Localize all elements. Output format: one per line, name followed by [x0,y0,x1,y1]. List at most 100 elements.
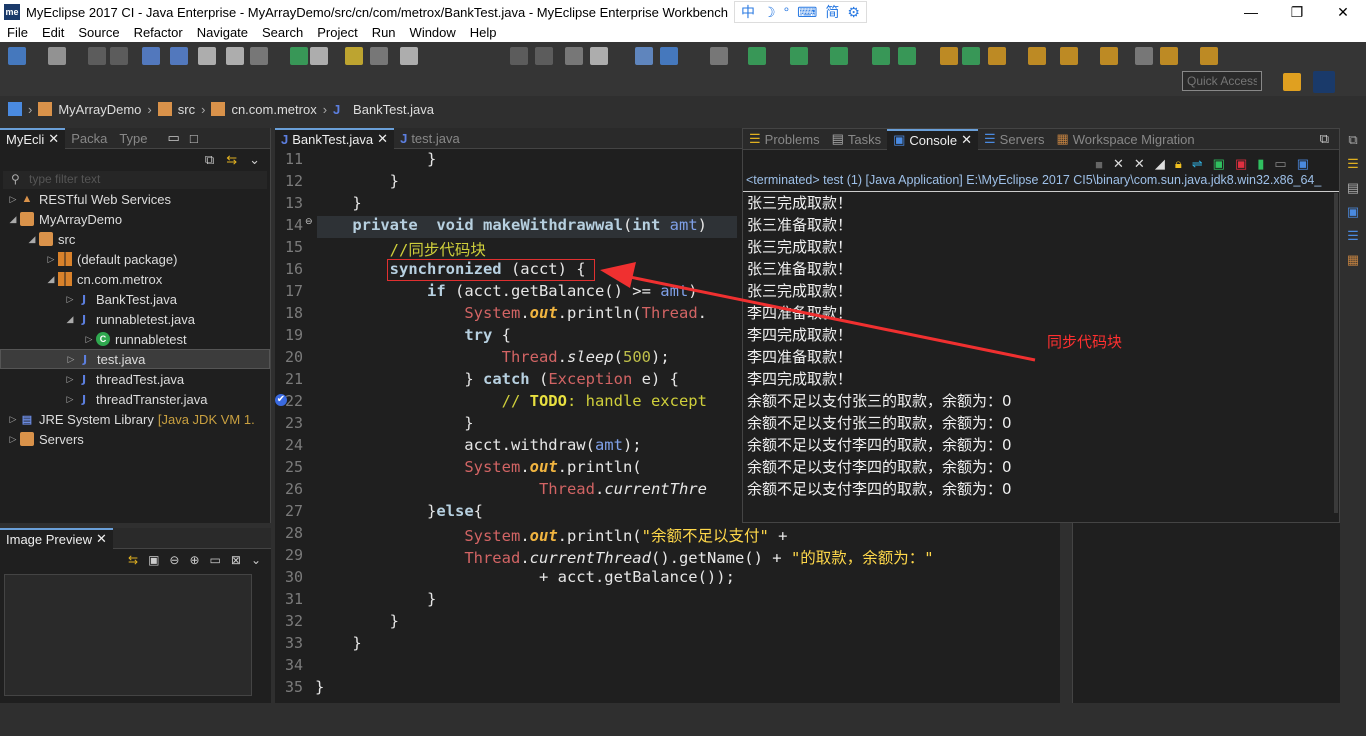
code-line[interactable]: } [315,172,399,190]
maximize-icon[interactable]: ⧉ [1320,131,1329,147]
toolbar-button[interactable] [1060,47,1078,65]
tree-item[interactable]: ◢ src [0,229,270,249]
zoom-fit-icon[interactable]: ⊠ [231,553,241,567]
toolbar-button[interactable] [1100,47,1118,65]
minimize-icon[interactable]: ▭ [168,130,180,146]
tab-servers[interactable]: ☰ Servers [978,129,1050,150]
zoom-out-icon[interactable]: ⊖ [169,553,179,567]
console-icon[interactable]: ▣ [1340,200,1366,224]
toolbar-button[interactable] [1028,47,1046,65]
migration-icon[interactable]: ▦ [1340,248,1366,272]
toolbar-button[interactable] [198,47,216,65]
code-line[interactable]: Thread.sleep(500); [315,348,670,366]
tree-item[interactable]: ▷ ▤ JRE System Library [Java JDK VM 1. [0,409,270,429]
console-scrollbar[interactable] [1334,193,1338,513]
toolbar-button[interactable] [226,47,244,65]
code-line[interactable]: if (acct.getBalance() >= amt) [315,282,698,300]
tree-item[interactable]: ◢ MyArrayDemo [0,209,270,229]
breadcrumb-item[interactable]: src [178,102,195,117]
close-icon[interactable]: ✕ [961,132,972,148]
toolbar-button[interactable] [565,47,583,65]
toolbar-button[interactable] [1135,47,1153,65]
code-line[interactable]: + acct.getBalance()); [315,568,735,586]
filter-input[interactable]: ⚲ type filter text [3,171,267,189]
tree-item[interactable]: ▷ Servers [0,429,270,449]
ime-button[interactable]: ☽ [763,4,776,21]
code-line[interactable]: } [315,634,361,652]
tree-item[interactable]: ▷ JthreadTranster.java [0,389,270,409]
tab-problems[interactable]: ☰ Problems [743,129,826,150]
view-menu-icon[interactable]: ⌄ [251,553,261,567]
code-line[interactable]: System.out.println(Thread. [315,304,707,322]
scroll-lock-icon[interactable]: 🔒︎ [1175,156,1182,172]
toolbar-button[interactable] [1160,47,1178,65]
collapsed-icon[interactable]: ▷ [44,254,58,265]
toolbar-button[interactable] [250,47,268,65]
collapsed-icon[interactable]: ▷ [63,294,77,305]
pin-console-icon[interactable]: ▮ [1257,156,1264,172]
expanded-icon[interactable]: ◢ [44,274,58,285]
problems-icon[interactable]: ☰ [1340,152,1366,176]
tasks-icon[interactable]: ▤ [1340,176,1366,200]
code-line[interactable]: } [315,612,399,630]
tab-type[interactable]: Type [113,128,153,149]
toolbar-button[interactable] [8,47,26,65]
code-line[interactable]: } catch (Exception e) { [315,370,679,388]
toolbar-button[interactable] [290,47,308,65]
menu-file[interactable]: File [0,24,35,42]
toolbar-button[interactable] [400,47,418,65]
toolbar-button[interactable] [940,47,958,65]
menu-project[interactable]: Project [310,24,364,42]
code-line[interactable]: } [315,150,436,168]
code-line[interactable]: acct.withdraw(amt); [315,436,641,454]
menu-edit[interactable]: Edit [35,24,71,42]
ime-button[interactable]: ⌨ [797,4,817,21]
close-icon[interactable]: ✕ [48,131,59,147]
tree-item[interactable]: ◢ Jrunnabletest.java [0,309,270,329]
toolbar-button[interactable] [790,47,808,65]
word-wrap-icon[interactable]: ⇌ [1192,156,1203,172]
toolbar-button[interactable] [88,47,106,65]
tab-myecli[interactable]: MyEcli ✕ [0,127,66,149]
tree-item[interactable]: ▷ J BankTest.java [0,289,270,309]
toolbar-button[interactable] [110,47,128,65]
collapsed-icon[interactable]: ▷ [64,354,78,365]
tree-item[interactable]: ▷ Jtest.java [0,349,270,369]
show-on-stderr-icon[interactable]: ▣ [1235,156,1247,172]
toolbar-button[interactable] [48,47,66,65]
link-editor-icon[interactable]: ⇆ [226,152,237,168]
tree-item[interactable]: ◢ cn.com.metrox [0,269,270,289]
code-line[interactable]: } [315,194,361,212]
toolbar-button[interactable] [898,47,916,65]
close-button[interactable]: ✕ [1320,0,1366,24]
ime-toolbar[interactable]: 中 ☽ ° ⌨ 简 ⚙ [734,1,867,23]
menu-window[interactable]: Window [403,24,463,42]
quick-access-input[interactable] [1182,71,1262,91]
breadcrumb-item[interactable]: MyArrayDemo [58,102,141,117]
clear-console-icon[interactable]: ◢ [1155,156,1165,172]
code-line[interactable]: Thread.currentThre [315,480,707,498]
code-line[interactable]: try { [315,326,511,344]
toolbar-button[interactable] [1200,47,1218,65]
tab-console[interactable]: ▣ Console ✕ [887,128,979,150]
zoom-in-icon[interactable]: ⊕ [189,553,199,567]
code-line[interactable]: }else{ [315,502,483,520]
expanded-icon[interactable]: ◢ [25,234,39,245]
view-menu-icon[interactable]: ⌄ [249,152,260,168]
expanded-icon[interactable]: ◢ [6,214,20,225]
toolbar-button[interactable] [988,47,1006,65]
display-console-icon[interactable]: ▭ [1274,156,1286,172]
tree-item[interactable]: ▷ ▲ RESTful Web Services [0,189,270,209]
toolbar-button[interactable] [830,47,848,65]
code-line[interactable]: Thread.currentThread().getName() + "的取款，… [315,546,933,568]
toolbar-button[interactable] [590,47,608,65]
collapsed-icon[interactable]: ▷ [6,414,20,425]
toolbar-button[interactable] [370,47,388,65]
tab-image-preview[interactable]: Image Preview ✕ [0,527,113,549]
code-line[interactable]: // TODO: handle except [315,392,707,410]
close-icon[interactable]: ✕ [377,131,388,147]
menu-run[interactable]: Run [365,24,403,42]
collapse-icon[interactable]: ⊖ [305,216,313,227]
close-icon[interactable]: ✕ [96,531,107,547]
actual-size-icon[interactable]: ▭ [210,553,221,567]
